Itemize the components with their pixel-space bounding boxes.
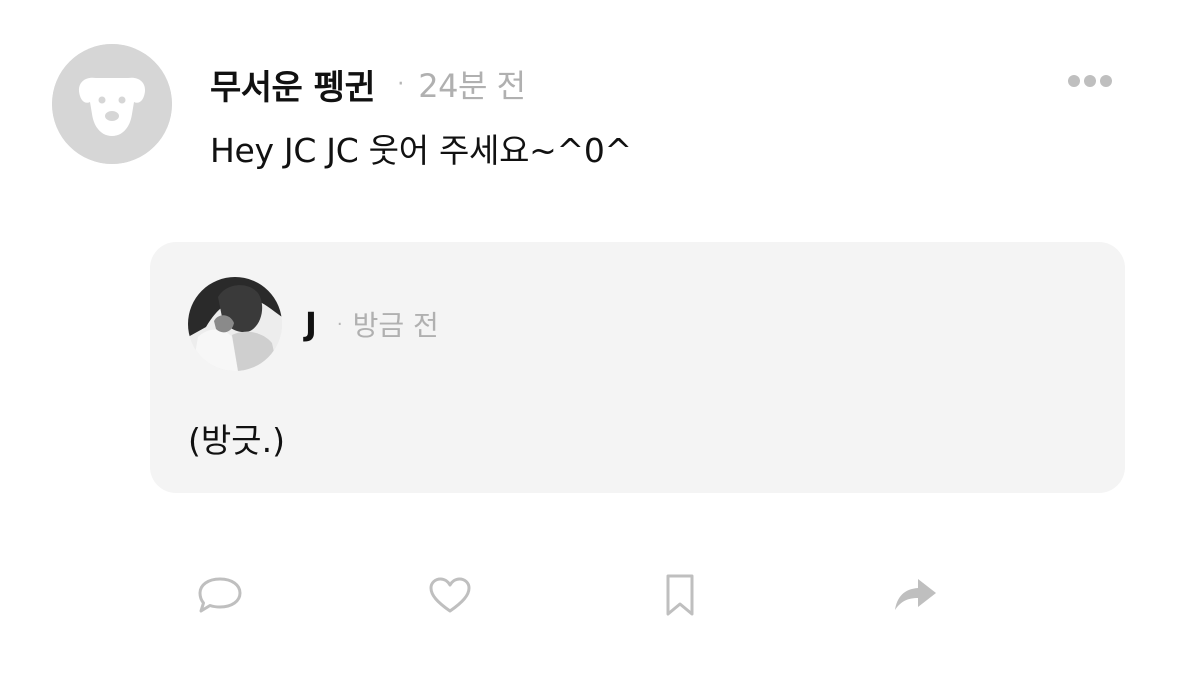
share-button[interactable] <box>890 570 940 620</box>
post-body-text: Hey JC JC 웃어 주세요~^0^ <box>210 131 632 170</box>
reply-meta-separator: · <box>336 313 343 335</box>
reply-body-text: (방긋.) <box>188 421 285 460</box>
post-timestamp: 24분 전 <box>418 67 526 105</box>
post-meta: 무서운 펭귄 · 24분 전 <box>210 58 526 110</box>
comment-button[interactable] <box>195 570 245 620</box>
reply-author-name[interactable]: J <box>305 305 317 343</box>
reply-meta: J · 방금 전 <box>305 302 439 346</box>
post-author-avatar[interactable] <box>52 44 172 164</box>
reply-author-avatar[interactable] <box>188 277 282 371</box>
more-dots-icon <box>1068 75 1112 87</box>
reply-timestamp: 방금 전 <box>352 309 439 342</box>
reply-card[interactable]: J · 방금 전 (방긋.) <box>150 242 1125 493</box>
meta-separator: · <box>397 71 405 97</box>
bookmark-icon <box>666 574 694 616</box>
bookmark-button[interactable] <box>655 570 705 620</box>
like-button[interactable] <box>425 570 475 620</box>
profile-photo <box>188 277 282 371</box>
more-options-button[interactable] <box>1062 66 1118 96</box>
dog-face-icon <box>52 44 172 164</box>
comment-icon <box>198 577 242 613</box>
share-arrow-icon <box>895 579 936 610</box>
post-author-name[interactable]: 무서운 펭귄 <box>210 60 376 109</box>
heart-icon <box>429 577 471 613</box>
